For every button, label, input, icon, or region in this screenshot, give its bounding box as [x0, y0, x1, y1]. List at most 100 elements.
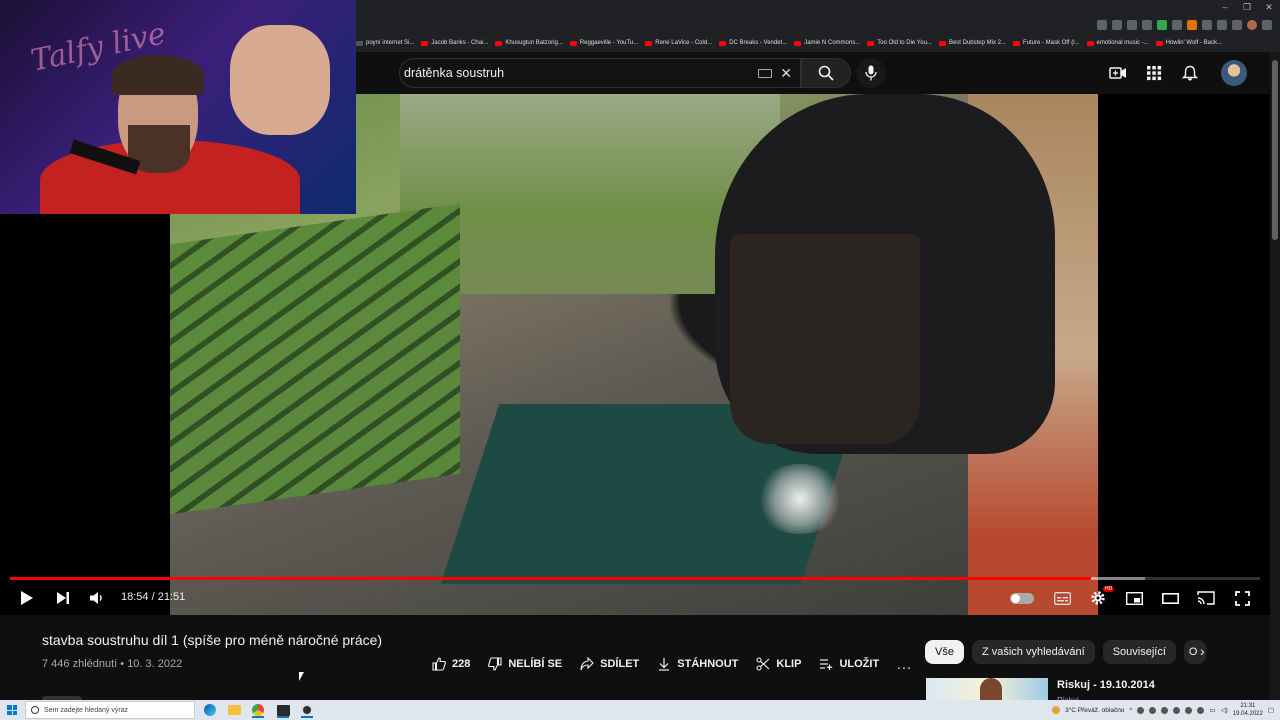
extension-icon[interactable]: [1187, 20, 1197, 30]
youtube-favicon-icon: [569, 40, 577, 46]
taskbar-app-terminal[interactable]: [272, 702, 294, 718]
bookmark-item[interactable]: Too Old to Die You...: [867, 36, 932, 50]
chevron-up-icon[interactable]: ^: [1129, 707, 1132, 714]
progress-bar[interactable]: [10, 577, 1260, 580]
tray-app-icon[interactable]: [1137, 706, 1145, 714]
fullscreen-button[interactable]: [1232, 588, 1252, 608]
tray-app-icon[interactable]: [1161, 706, 1169, 714]
keyboard-icon[interactable]: [758, 68, 773, 78]
download-button[interactable]: STÁHNOUT: [657, 657, 738, 671]
bookmark-label: Jacob Banks - Chai...: [431, 40, 489, 46]
video-player[interactable]: Talfy live 18:54 / 21:51 HD: [0, 0, 1270, 615]
clock-time: 21:31: [1240, 703, 1256, 709]
youtube-favicon-icon: [938, 40, 946, 46]
chip-all[interactable]: Vše: [925, 640, 964, 664]
bookmark-label: poyní internet Si...: [366, 40, 415, 46]
taskbar-search-box[interactable]: Sem zadejte hledaný výraz: [25, 701, 195, 719]
bookmark-item[interactable]: emotional music -...: [1086, 36, 1149, 50]
play-button[interactable]: [18, 588, 36, 608]
notifications-bell-icon[interactable]: [1181, 65, 1199, 81]
tray-app-icon[interactable]: [1197, 706, 1205, 714]
theater-mode-button[interactable]: [1160, 588, 1180, 608]
taskbar-app-obs[interactable]: [296, 702, 318, 718]
autoplay-toggle[interactable]: [1009, 588, 1035, 608]
miniplayer-button[interactable]: [1124, 588, 1144, 608]
star-icon[interactable]: [1142, 20, 1152, 30]
zoom-icon[interactable]: [1112, 20, 1122, 30]
search-button[interactable]: [801, 58, 851, 88]
weather-icon[interactable]: [1052, 706, 1061, 714]
recommendation-title[interactable]: Riskuj - 19.10.2014: [1057, 679, 1155, 691]
cast-button[interactable]: [1196, 588, 1216, 608]
clip-button[interactable]: KLIP: [756, 657, 801, 671]
network-icon[interactable]: ▭: [1209, 706, 1215, 714]
share-icon[interactable]: [1127, 20, 1137, 30]
bookmark-item[interactable]: poyní internet Si...: [356, 36, 414, 50]
bookmark-item[interactable]: Khusugtun Batzorig...: [495, 36, 563, 50]
windows-taskbar: Sem zadejte hledaný výraz 3°C Převáž. ob…: [0, 700, 1280, 720]
taskbar-app-explorer[interactable]: [223, 702, 245, 718]
bookmark-item[interactable]: Reggaeville - YouTu...: [569, 36, 638, 50]
minimize-icon[interactable]: –: [1214, 0, 1236, 14]
bookmark-item[interactable]: René LaVice - Cold...: [645, 36, 712, 50]
youtube-favicon-icon: [495, 40, 503, 46]
more-actions-button[interactable]: ...: [897, 656, 912, 672]
weather-text[interactable]: 3°C Převáž. oblačno: [1065, 707, 1124, 714]
autoplay-toggle-switch[interactable]: [1010, 592, 1034, 604]
bookmark-item[interactable]: DC Breaks - Vendet...: [719, 36, 787, 50]
chevron-right-icon[interactable]: ›: [1200, 643, 1205, 659]
taskbar-app-chrome[interactable]: [247, 702, 269, 718]
close-icon[interactable]: ✕: [1258, 0, 1280, 14]
tray-app-icon[interactable]: [1149, 706, 1157, 714]
bookmark-item[interactable]: Best Dubstep Mix 2...: [938, 36, 1006, 50]
youtube-favicon-icon: [867, 40, 875, 46]
bookmark-label: Khusugtun Batzorig...: [505, 40, 563, 46]
browser-toolbar: – ❐ ✕ poyní internet Si... Jacob Banks - …: [356, 0, 1280, 52]
bookmark-item[interactable]: Jamie N Commons...: [794, 36, 860, 50]
share-button[interactable]: SDÍLET: [580, 657, 639, 671]
tray-app-icon[interactable]: [1185, 706, 1193, 714]
voice-search-button[interactable]: [856, 58, 886, 88]
search-query[interactable]: drátěnka soustruh: [404, 66, 758, 80]
mute-button[interactable]: [88, 588, 106, 608]
extension-icon[interactable]: [1097, 20, 1107, 30]
taskbar-app-edge[interactable]: [199, 702, 221, 718]
video-actions: 228 NELÍBÍ SE SDÍLET STÁHNOUT KLIP ULOŽI…: [432, 656, 912, 672]
chip-related[interactable]: Související: [1102, 640, 1176, 664]
subtitles-button[interactable]: [1052, 588, 1072, 608]
menu-icon[interactable]: [1262, 20, 1272, 30]
window-controls: – ❐ ✕: [1214, 0, 1280, 14]
gear-icon: [1091, 591, 1105, 605]
bookmark-label: Future - Mask Off (l...: [1022, 40, 1080, 46]
puzzle-icon[interactable]: [1202, 20, 1212, 30]
restore-icon[interactable]: ❐: [1236, 0, 1258, 14]
bookmark-item[interactable]: Future - Mask Off (l...: [1012, 36, 1080, 50]
profile-icon[interactable]: [1247, 20, 1257, 30]
account-avatar[interactable]: [1221, 60, 1247, 86]
tray-app-icon[interactable]: [1173, 706, 1181, 714]
next-button[interactable]: [54, 588, 72, 608]
like-button[interactable]: 228: [432, 657, 470, 671]
recommendation-thumbnail[interactable]: [926, 678, 1048, 700]
chip-from-searches[interactable]: Z vašich vyhledávání: [971, 640, 1095, 664]
bookmark-item[interactable]: Jacob Banks - Chai...: [421, 36, 488, 50]
extension-icon[interactable]: [1172, 20, 1182, 30]
notifications-icon[interactable]: ▢: [1268, 706, 1274, 714]
create-video-icon[interactable]: [1109, 65, 1127, 81]
dislike-button[interactable]: NELÍBÍ SE: [488, 657, 562, 671]
add-to-playlist-icon: [820, 659, 833, 670]
clear-search-icon[interactable]: ✕: [780, 65, 792, 82]
taskbar-clock[interactable]: 21:31 19.04.2022: [1233, 702, 1263, 718]
search-input[interactable]: drátěnka soustruh ✕: [399, 58, 801, 88]
volume-icon[interactable]: ◁): [1221, 706, 1228, 714]
youtube-favicon-icon: [1012, 40, 1020, 46]
apps-grid-icon[interactable]: [1145, 65, 1163, 81]
extension-icon[interactable]: [1157, 20, 1167, 30]
reading-list-icon[interactable]: [1217, 20, 1227, 30]
bookmark-item[interactable]: Howlin' Wolf - Back...: [1155, 36, 1222, 50]
scrollbar-thumb[interactable]: [1272, 60, 1278, 240]
page-scrollbar[interactable]: [1270, 52, 1280, 700]
windows-start-icon[interactable]: [7, 705, 17, 715]
side-panel-icon[interactable]: [1232, 20, 1242, 30]
save-button[interactable]: ULOŽIT: [819, 657, 879, 671]
